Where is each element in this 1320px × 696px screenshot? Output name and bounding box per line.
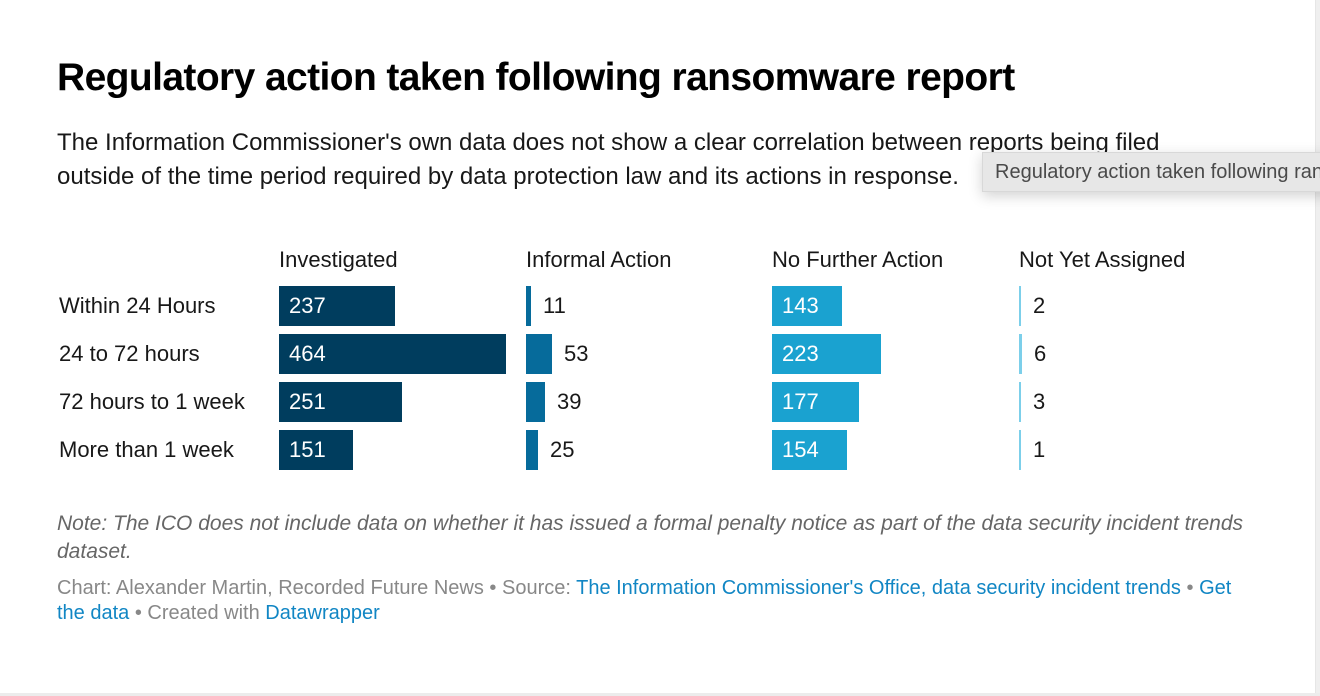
bar-value-label: 53: [564, 341, 589, 366]
column-header: Not Yet Assigned: [1019, 247, 1186, 272]
bar-value-label: 177: [782, 389, 819, 414]
bar-value-label: 2: [1033, 293, 1046, 318]
separator: •: [1180, 577, 1200, 599]
chart-title: Regulatory action taken following ransom…: [57, 56, 1015, 99]
datawrapper-link[interactable]: Datawrapper: [265, 602, 380, 624]
bar: [1019, 382, 1021, 422]
bar-value-label: 464: [289, 341, 326, 366]
bar-value-label: 6: [1034, 341, 1047, 366]
bar-value-label: 223: [782, 341, 819, 366]
bar: [526, 334, 552, 374]
separator: •: [483, 577, 502, 599]
bar-value-label: 25: [550, 437, 575, 462]
chart-footer: Chart: Alexander Martin, Recorded Future…: [57, 576, 1247, 626]
bar-value-label: 237: [289, 293, 326, 318]
separator: •: [129, 602, 148, 624]
bar-value-label: 151: [289, 437, 326, 462]
bar-value-label: 3: [1033, 389, 1046, 414]
created-with-prefix: Created with: [147, 602, 266, 624]
bar: [1019, 286, 1021, 326]
bar-value-label: 154: [782, 437, 819, 462]
bar: [1019, 334, 1022, 374]
bar: [1019, 430, 1021, 470]
bar-value-label: 39: [557, 389, 582, 414]
bar-value-label: 11: [543, 293, 566, 318]
row-label: 72 hours to 1 week: [59, 389, 245, 414]
source-prefix: Source:: [501, 577, 577, 599]
column-header: Informal Action: [526, 247, 672, 272]
column-header: No Further Action: [772, 247, 944, 272]
bar: [526, 286, 531, 326]
bar-value-label: 1: [1033, 437, 1046, 462]
bar-value-label: 143: [782, 293, 819, 318]
chart-note: Note: The ICO does not include data on w…: [57, 512, 1244, 563]
bar-value-label: 251: [289, 389, 326, 414]
source-link[interactable]: The Information Commissioner's Office, d…: [576, 577, 1181, 599]
chart-credit: Chart: Alexander Martin, Recorded Future…: [57, 577, 484, 599]
title-tooltip: Regulatory action taken following ransom…: [982, 152, 1320, 192]
window-right-edge: [1315, 0, 1320, 696]
row-label: Within 24 Hours: [59, 293, 216, 318]
row-label: 24 to 72 hours: [59, 341, 200, 366]
bar: [526, 430, 538, 470]
column-header: Investigated: [279, 247, 398, 272]
row-label: More than 1 week: [59, 437, 234, 462]
bar: [526, 382, 545, 422]
